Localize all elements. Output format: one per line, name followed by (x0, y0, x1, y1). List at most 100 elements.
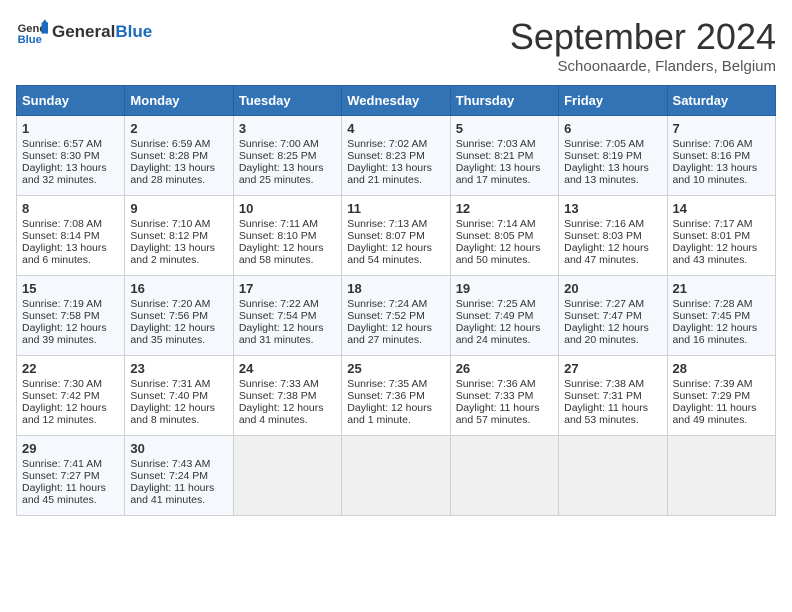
sunrise-text: Sunrise: 7:30 AM (22, 378, 102, 390)
calendar-cell: 9Sunrise: 7:10 AMSunset: 8:12 PMDaylight… (125, 196, 233, 276)
sunrise-text: Sunrise: 7:16 AM (564, 218, 644, 230)
column-header-monday: Monday (125, 86, 233, 116)
daylight-text: Daylight: 12 hours and 43 minutes. (673, 242, 758, 266)
calendar-cell: 24Sunrise: 7:33 AMSunset: 7:38 PMDayligh… (233, 356, 341, 436)
daylight-text: Daylight: 12 hours and 31 minutes. (239, 322, 324, 346)
sunrise-text: Sunrise: 7:35 AM (347, 378, 427, 390)
calendar-cell: 27 Sunrise: 7:38 AMSunset: 7:31 PMDayligh… (559, 356, 667, 436)
sunset-text: Sunset: 8:28 PM (130, 150, 208, 162)
sunset-text: Sunset: 7:56 PM (130, 310, 208, 322)
daylight-text: Daylight: 13 hours and 13 minutes. (564, 162, 649, 186)
sunset-text: Sunset: 7:29 PM (673, 390, 751, 402)
day-number: 10 (239, 201, 336, 216)
sunrise-text: Sunrise: 7:27 AM (564, 298, 644, 310)
sunrise-text: Sunrise: 7:41 AM (22, 458, 102, 470)
daylight-text: Daylight: 12 hours and 12 minutes. (22, 402, 107, 426)
page-header: General Blue GeneralBlue September 2024 … (16, 16, 776, 75)
sunset-text: Sunset: 7:33 PM (456, 390, 534, 402)
day-number: 20 (564, 281, 661, 296)
daylight-text: Daylight: 12 hours and 35 minutes. (130, 322, 215, 346)
calendar-week-row: 29Sunrise: 7:41 AMSunset: 7:27 PMDayligh… (17, 436, 776, 516)
sunset-text: Sunset: 8:03 PM (564, 230, 642, 242)
calendar-cell: 12Sunrise: 7:14 AMSunset: 8:05 PMDayligh… (450, 196, 558, 276)
calendar-cell (559, 436, 667, 516)
sunset-text: Sunset: 7:58 PM (22, 310, 100, 322)
column-header-sunday: Sunday (17, 86, 125, 116)
day-number: 13 (564, 201, 661, 216)
daylight-text: Daylight: 12 hours and 47 minutes. (564, 242, 649, 266)
sunrise-text: Sunrise: 7:38 AM (564, 378, 644, 390)
calendar-week-row: 15Sunrise: 7:19 AMSunset: 7:58 PMDayligh… (17, 276, 776, 356)
sunrise-text: Sunrise: 7:28 AM (673, 298, 753, 310)
daylight-text: Daylight: 12 hours and 20 minutes. (564, 322, 649, 346)
calendar-header-row: SundayMondayTuesdayWednesdayThursdayFrid… (17, 86, 776, 116)
day-number: 24 (239, 361, 336, 376)
sunrise-text: Sunrise: 7:11 AM (239, 218, 318, 230)
sunset-text: Sunset: 7:31 PM (564, 390, 642, 402)
daylight-text: Daylight: 13 hours and 25 minutes. (239, 162, 324, 186)
calendar-cell: 18Sunrise: 7:24 AMSunset: 7:52 PMDayligh… (342, 276, 450, 356)
daylight-text: Daylight: 13 hours and 6 minutes. (22, 242, 107, 266)
sunset-text: Sunset: 8:30 PM (22, 150, 100, 162)
title-block: September 2024 Schoonaarde, Flanders, Be… (510, 16, 776, 75)
sunrise-text: Sunrise: 7:05 AM (564, 138, 644, 150)
sunrise-text: Sunrise: 7:17 AM (673, 218, 753, 230)
day-number: 26 (456, 361, 553, 376)
daylight-text: Daylight: 13 hours and 10 minutes. (673, 162, 758, 186)
daylight-text: Daylight: 11 hours and 41 minutes. (130, 482, 214, 506)
day-number: 14 (673, 201, 770, 216)
daylight-text: Daylight: 12 hours and 8 minutes. (130, 402, 215, 426)
daylight-text: Daylight: 11 hours and 49 minutes. (673, 402, 757, 426)
sunrise-text: Sunrise: 7:19 AM (22, 298, 102, 310)
calendar-cell: 26Sunrise: 7:36 AMSunset: 7:33 PMDayligh… (450, 356, 558, 436)
column-header-tuesday: Tuesday (233, 86, 341, 116)
logo-blue: Blue (115, 22, 152, 41)
sunrise-text: Sunrise: 7:20 AM (130, 298, 210, 310)
daylight-text: Daylight: 13 hours and 17 minutes. (456, 162, 541, 186)
daylight-text: Daylight: 11 hours and 53 minutes. (564, 402, 648, 426)
day-number: 18 (347, 281, 444, 296)
sunrise-text: Sunrise: 7:08 AM (22, 218, 102, 230)
sunset-text: Sunset: 7:54 PM (239, 310, 317, 322)
calendar-cell: 6Sunrise: 7:05 AMSunset: 8:19 PMDaylight… (559, 116, 667, 196)
location-subtitle: Schoonaarde, Flanders, Belgium (510, 58, 776, 75)
day-number: 3 (239, 121, 336, 136)
daylight-text: Daylight: 12 hours and 24 minutes. (456, 322, 541, 346)
sunset-text: Sunset: 7:27 PM (22, 470, 100, 482)
calendar-cell: 15Sunrise: 7:19 AMSunset: 7:58 PMDayligh… (17, 276, 125, 356)
calendar-table: SundayMondayTuesdayWednesdayThursdayFrid… (16, 85, 776, 516)
day-number: 7 (673, 121, 770, 136)
calendar-cell: 5Sunrise: 7:03 AMSunset: 8:21 PMDaylight… (450, 116, 558, 196)
calendar-cell: 14Sunrise: 7:17 AMSunset: 8:01 PMDayligh… (667, 196, 775, 276)
sunrise-text: Sunrise: 7:06 AM (673, 138, 753, 150)
day-number: 25 (347, 361, 444, 376)
daylight-text: Daylight: 11 hours and 45 minutes. (22, 482, 106, 506)
sunset-text: Sunset: 8:21 PM (456, 150, 534, 162)
daylight-text: Daylight: 12 hours and 58 minutes. (239, 242, 324, 266)
calendar-cell (450, 436, 558, 516)
calendar-cell (233, 436, 341, 516)
daylight-text: Daylight: 12 hours and 1 minute. (347, 402, 432, 426)
calendar-cell: 29Sunrise: 7:41 AMSunset: 7:27 PMDayligh… (17, 436, 125, 516)
sunrise-text: Sunrise: 7:14 AM (456, 218, 536, 230)
calendar-cell: 30Sunrise: 7:43 AMSunset: 7:24 PMDayligh… (125, 436, 233, 516)
day-number: 30 (130, 441, 227, 456)
sunrise-text: Sunrise: 7:10 AM (130, 218, 210, 230)
daylight-text: Daylight: 12 hours and 54 minutes. (347, 242, 432, 266)
calendar-cell: 23Sunrise: 7:31 AMSunset: 7:40 PMDayligh… (125, 356, 233, 436)
calendar-cell: 1Sunrise: 6:57 AMSunset: 8:30 PMDaylight… (17, 116, 125, 196)
calendar-cell: 28Sunrise: 7:39 AMSunset: 7:29 PMDayligh… (667, 356, 775, 436)
column-header-wednesday: Wednesday (342, 86, 450, 116)
sunset-text: Sunset: 8:07 PM (347, 230, 425, 242)
sunrise-text: Sunrise: 7:00 AM (239, 138, 319, 150)
sunset-text: Sunset: 8:05 PM (456, 230, 534, 242)
calendar-cell (667, 436, 775, 516)
calendar-cell: 19Sunrise: 7:25 AMSunset: 7:49 PMDayligh… (450, 276, 558, 356)
day-number: 27 (564, 361, 661, 376)
calendar-cell (342, 436, 450, 516)
day-number: 19 (456, 281, 553, 296)
calendar-cell: 13 Sunrise: 7:16 AMSunset: 8:03 PMDayligh… (559, 196, 667, 276)
calendar-cell: 22Sunrise: 7:30 AMSunset: 7:42 PMDayligh… (17, 356, 125, 436)
sunrise-text: Sunrise: 7:25 AM (456, 298, 536, 310)
calendar-week-row: 8Sunrise: 7:08 AMSunset: 8:14 PMDaylight… (17, 196, 776, 276)
